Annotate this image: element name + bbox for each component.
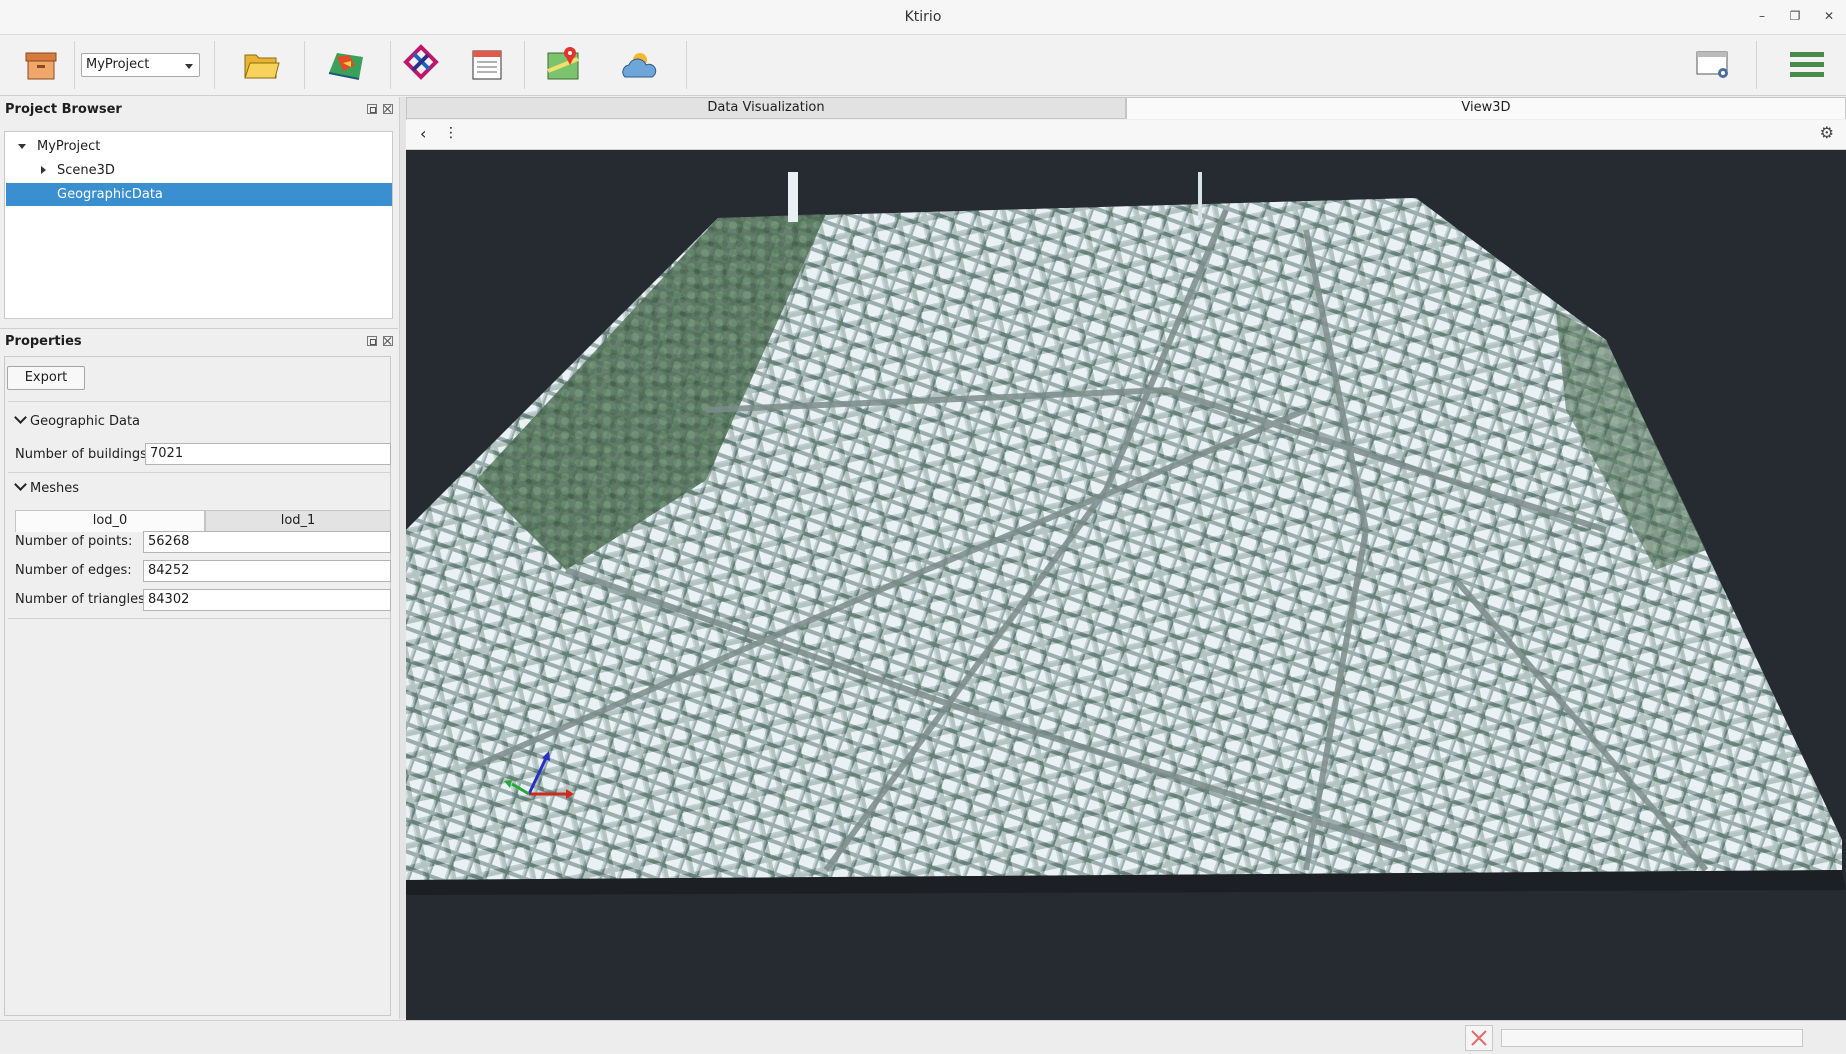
restore-button[interactable]: ❐ <box>1788 9 1802 23</box>
view3d-viewport[interactable] <box>406 150 1846 1020</box>
weather-icon[interactable] <box>617 43 659 85</box>
window-settings-icon[interactable] <box>1692 43 1734 85</box>
view-toolbar: ‹ ⋮ ⚙ <box>406 120 1846 150</box>
tree-item-geographicdata[interactable]: GeographicData <box>6 183 392 206</box>
project-browser-title: Project Browser <box>5 102 122 117</box>
tree-item-scene3d[interactable]: Scene3D <box>6 159 392 182</box>
buildings-field[interactable]: 7021 <box>145 443 391 465</box>
close-panel-icon[interactable] <box>383 104 393 114</box>
tab-view3d[interactable]: View3D <box>1126 97 1846 119</box>
collapse-arrow-icon[interactable] <box>41 166 46 174</box>
calendar-icon[interactable] <box>466 43 508 85</box>
geographic-data-heading: Geographic Data <box>30 414 141 429</box>
close-panel-icon[interactable] <box>383 336 393 346</box>
tab-data-visualization[interactable]: Data Visualization <box>406 97 1126 119</box>
chevron-down-icon <box>185 64 193 69</box>
expand-arrow-icon[interactable] <box>18 144 26 149</box>
export-button[interactable]: Export <box>7 366 85 390</box>
triangles-field[interactable]: 84302 <box>143 589 391 611</box>
tab-lod-1[interactable]: lod_1 <box>205 510 391 532</box>
close-window-button[interactable]: ✕ <box>1822 9 1836 23</box>
tab-lod-0[interactable]: lod_0 <box>15 510 205 532</box>
progress-bar <box>1501 1029 1803 1047</box>
map-pin-icon[interactable] <box>542 43 584 85</box>
triangles-label: Number of triangles: <box>15 592 150 607</box>
more-options-icon[interactable]: ⋮ <box>444 125 458 141</box>
gear-icon[interactable]: ⚙ <box>1820 123 1834 142</box>
tree-item-label: MyProject <box>37 139 101 154</box>
minimize-button[interactable]: – <box>1755 9 1769 23</box>
edges-field[interactable]: 84252 <box>143 560 391 582</box>
chevron-down-icon <box>14 411 27 424</box>
tree-item-label: GeographicData <box>57 187 163 202</box>
chevron-down-icon <box>14 478 27 491</box>
city-3d-model <box>406 172 1846 895</box>
terrain-map-icon[interactable] <box>325 43 367 85</box>
meshes-heading: Meshes <box>30 481 79 496</box>
hamburger-menu-icon[interactable] <box>1786 43 1828 85</box>
edges-label: Number of edges: <box>15 563 132 578</box>
tree-item-label: Scene3D <box>57 163 115 178</box>
geographic-data-section[interactable]: Geographic Data <box>14 411 141 429</box>
points-label: Number of points: <box>15 534 133 549</box>
main-toolbar: MyProject <box>0 35 1846 96</box>
ifc-logo-icon[interactable] <box>400 43 442 85</box>
buildings-label: Number of buildings: <box>15 447 152 462</box>
points-field[interactable]: 56268 <box>143 531 391 553</box>
float-panel-icon[interactable] <box>367 336 377 346</box>
float-panel-icon[interactable] <box>367 104 377 114</box>
archive-box-icon[interactable] <box>20 43 62 85</box>
tree-item-myproject[interactable]: MyProject <box>6 135 392 158</box>
properties-title: Properties <box>5 334 82 349</box>
project-selector-value: MyProject <box>86 57 150 72</box>
title-bar: Ktirio – ❐ ✕ <box>0 0 1846 35</box>
back-icon[interactable]: ‹ <box>420 124 426 143</box>
meshes-section[interactable]: Meshes <box>14 478 79 496</box>
project-tree: MyProject Scene3D GeographicData <box>4 131 393 319</box>
cancel-task-icon[interactable] <box>1465 1025 1493 1051</box>
open-folder-icon[interactable] <box>240 43 282 85</box>
project-selector[interactable]: MyProject <box>81 53 200 77</box>
status-bar <box>0 1020 1846 1053</box>
window-title: Ktirio <box>904 9 942 25</box>
